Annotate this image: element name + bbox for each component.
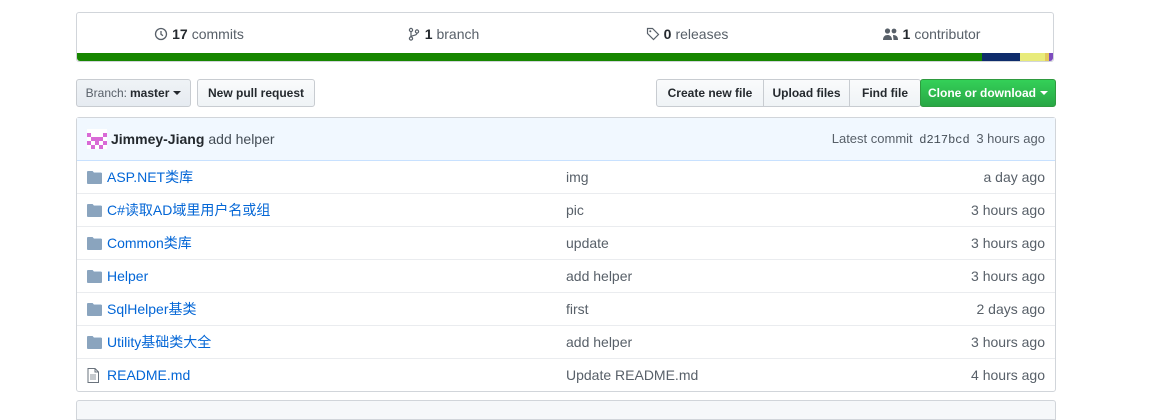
releases-count: 0 xyxy=(663,25,672,42)
repo-summary: 17 commits 1 branch 0 releases 1 contrib… xyxy=(76,12,1054,62)
file-row[interactable]: Utility基础类大全 add helper 3 hours ago xyxy=(77,325,1055,358)
people-icon xyxy=(882,27,898,40)
branch-stat[interactable]: 1 branch xyxy=(321,26,565,42)
find-file-button[interactable]: Find file xyxy=(849,79,921,107)
file-commit-message-link[interactable]: first xyxy=(566,301,906,317)
branch-name: master xyxy=(130,86,170,100)
contributor-count: 1 xyxy=(902,25,911,42)
folder-icon xyxy=(87,170,103,184)
file-row[interactable]: README.md Update README.md 4 hours ago xyxy=(77,358,1055,391)
branch-select-button[interactable]: Branch: master xyxy=(76,79,191,107)
file-row[interactable]: Helper add helper 3 hours ago xyxy=(77,259,1055,292)
commits-stat[interactable]: 17 commits xyxy=(77,26,321,42)
file-actions-group: Create new file Upload files Find file xyxy=(656,79,921,107)
file-commit-message-link[interactable]: add helper xyxy=(566,334,906,350)
file-commit-message-link[interactable]: add helper xyxy=(566,268,906,284)
language-segment xyxy=(1019,53,1046,61)
branch-label: branch xyxy=(436,25,480,42)
file-name-link[interactable]: README.md xyxy=(107,367,566,383)
file-commit-message-link[interactable]: update xyxy=(566,235,906,251)
file-table: Jimmey-Jiang add helper Latest commit d2… xyxy=(76,117,1056,392)
contributor-label: contributor xyxy=(914,25,981,42)
file-age: 3 hours ago xyxy=(971,202,1045,218)
file-name-link[interactable]: C#读取AD域里用户名或组 xyxy=(107,200,566,220)
caret-down-icon xyxy=(1040,91,1048,95)
language-segment xyxy=(1049,53,1053,61)
file-age: a day ago xyxy=(983,169,1046,185)
file-name-link[interactable]: ASP.NET类库 xyxy=(107,167,566,187)
file-age: 2 days ago xyxy=(976,301,1046,317)
file-commit-message-link[interactable]: img xyxy=(566,169,906,185)
clone-or-download-button[interactable]: Clone or download xyxy=(920,79,1056,107)
language-segment xyxy=(77,53,983,61)
file-name-link[interactable]: Common类库 xyxy=(107,233,566,253)
commit-age: 3 hours ago xyxy=(976,131,1045,146)
caret-down-icon xyxy=(173,91,182,95)
commit-sha-link[interactable]: d217bcd xyxy=(919,133,969,147)
git-branch-icon xyxy=(408,27,419,41)
avatar[interactable] xyxy=(87,129,107,149)
releases-label: releases xyxy=(675,25,729,42)
branch-count: 1 xyxy=(424,25,433,42)
commit-author-link[interactable]: Jimmey-Jiang xyxy=(111,131,204,147)
language-segment xyxy=(982,53,1020,61)
file-commit-message-link[interactable]: pic xyxy=(566,202,906,218)
file-commit-message-link[interactable]: Update README.md xyxy=(566,367,906,383)
file-age: 3 hours ago xyxy=(971,235,1045,251)
commits-count: 17 xyxy=(172,25,188,42)
file-age: 4 hours ago xyxy=(971,367,1045,383)
file-row[interactable]: SqlHelper基类 first 2 days ago xyxy=(77,292,1055,325)
releases-stat[interactable]: 0 releases xyxy=(565,26,809,42)
file-name-link[interactable]: SqlHelper基类 xyxy=(107,299,566,319)
commit-message-link[interactable]: add helper xyxy=(208,131,274,147)
folder-icon xyxy=(87,203,103,217)
upload-files-button[interactable]: Upload files xyxy=(763,79,850,107)
readme-box-header xyxy=(76,400,1056,420)
file-icon xyxy=(87,367,103,383)
clone-label: Clone or download xyxy=(928,86,1036,100)
file-age: 3 hours ago xyxy=(971,268,1045,284)
latest-commit-prefix: Latest commit xyxy=(831,131,913,146)
file-age: 3 hours ago xyxy=(971,334,1045,350)
new-pull-request-button[interactable]: New pull request xyxy=(197,79,315,107)
language-bar[interactable] xyxy=(77,53,1053,61)
folder-icon xyxy=(87,335,103,349)
latest-commit-info: Latest commit d217bcd 3 hours ago xyxy=(832,131,1045,147)
contributors-stat[interactable]: 1 contributor xyxy=(809,26,1053,42)
branch-prefix: Branch: xyxy=(85,86,127,100)
folder-icon xyxy=(87,236,103,250)
file-name-link[interactable]: Utility基础类大全 xyxy=(107,332,566,352)
file-row[interactable]: ASP.NET类库 img a day ago xyxy=(77,161,1055,193)
history-icon xyxy=(154,27,168,40)
folder-icon xyxy=(87,302,103,316)
tag-icon xyxy=(646,27,659,40)
file-row[interactable]: Common类库 update 3 hours ago xyxy=(77,226,1055,259)
latest-commit-bar: Jimmey-Jiang add helper Latest commit d2… xyxy=(77,118,1055,161)
create-new-file-button[interactable]: Create new file xyxy=(656,79,764,107)
commits-label: commits xyxy=(191,25,244,42)
folder-icon xyxy=(87,269,103,283)
file-row[interactable]: C#读取AD域里用户名或组 pic 3 hours ago xyxy=(77,193,1055,226)
file-name-link[interactable]: Helper xyxy=(107,268,566,284)
